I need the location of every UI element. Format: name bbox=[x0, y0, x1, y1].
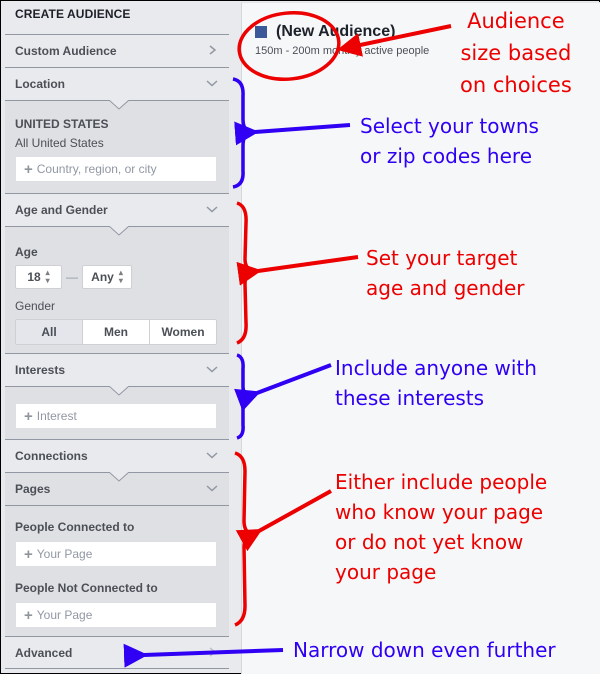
annotation-line: age and gender bbox=[366, 276, 525, 300]
connections-header[interactable]: Connections bbox=[5, 439, 229, 472]
annotation-pages: Either include people who know your page… bbox=[335, 467, 547, 587]
plus-icon: + bbox=[24, 160, 33, 178]
panel-notch bbox=[109, 100, 129, 110]
audience-square-icon bbox=[255, 26, 267, 38]
location-scope: All United States bbox=[15, 136, 104, 150]
audience-header: (New Audience) bbox=[255, 23, 395, 41]
pages-header[interactable]: Pages bbox=[5, 472, 229, 505]
age-gender-header[interactable]: Age and Gender bbox=[5, 193, 229, 226]
pages-label: Pages bbox=[15, 482, 51, 496]
location-panel: UNITED STATES All United States + Countr… bbox=[5, 100, 229, 193]
sort-arrows-icon: ▴ ▾ bbox=[45, 268, 50, 285]
age-max-select[interactable]: Any ▴ ▾ bbox=[82, 265, 132, 289]
annotation-line: Set your target bbox=[366, 246, 518, 270]
annotation-line: Narrow down even further bbox=[293, 638, 556, 662]
interests-header[interactable]: Interests bbox=[5, 353, 229, 386]
annotation-line: Select your towns bbox=[360, 114, 539, 138]
screenshot-frame: CREATE AUDIENCE Custom Audience Location… bbox=[0, 0, 600, 674]
chevron-down-icon bbox=[206, 452, 218, 459]
age-gender-label: Age and Gender bbox=[15, 203, 108, 217]
gender-option-men[interactable]: Men bbox=[82, 320, 149, 344]
interests-label: Interests bbox=[15, 363, 66, 377]
interest-input-placeholder: Interest bbox=[36, 409, 77, 423]
annotation-line: these interests bbox=[335, 386, 485, 410]
age-label: Age bbox=[15, 245, 38, 259]
location-country: UNITED STATES bbox=[15, 117, 109, 131]
panel-notch bbox=[109, 472, 129, 482]
plus-icon: + bbox=[24, 606, 33, 624]
interest-input[interactable]: + Interest bbox=[15, 403, 217, 429]
gender-option-all[interactable]: All bbox=[16, 320, 82, 344]
age-gender-panel: Age 18 ▴ ▾ — Any ▴ ▾ Gender All Men Women bbox=[5, 226, 229, 353]
connected-page-input[interactable]: + Your Page bbox=[15, 541, 217, 567]
plus-icon: + bbox=[24, 545, 33, 563]
annotation-line: Audience bbox=[467, 9, 565, 33]
panel-notch bbox=[109, 226, 129, 236]
plus-icon: + bbox=[24, 407, 33, 425]
advanced-row[interactable]: Advanced bbox=[5, 636, 229, 669]
interests-panel: + Interest bbox=[5, 386, 229, 439]
sidebar-title: CREATE AUDIENCE bbox=[15, 7, 131, 21]
annotation-interests: Include anyone with these interests bbox=[335, 353, 537, 413]
annotation-advanced: Narrow down even further bbox=[293, 635, 556, 665]
people-connected-label: People Connected to bbox=[15, 520, 135, 534]
annotation-line: on choices bbox=[460, 73, 572, 97]
not-connected-page-placeholder: Your Page bbox=[36, 608, 93, 622]
gender-segmented-control: All Men Women bbox=[15, 319, 217, 345]
audience-title: (New Audience) bbox=[276, 23, 396, 40]
chevron-down-icon bbox=[206, 80, 218, 87]
pages-panel: People Connected to + Your Page People N… bbox=[5, 505, 229, 636]
annotation-age-gender: Set your target age and gender bbox=[366, 243, 525, 303]
custom-audience-label: Custom Audience bbox=[15, 44, 117, 58]
annotation-line: your page bbox=[335, 560, 437, 584]
age-separator: — bbox=[66, 270, 78, 284]
people-not-connected-label: People Not Connected to bbox=[15, 581, 158, 595]
annotation-audience-size: Audience size based on choices bbox=[460, 5, 572, 101]
annotation-line: size based bbox=[460, 41, 572, 65]
chevron-down-icon bbox=[206, 485, 218, 492]
advanced-label: Advanced bbox=[15, 645, 73, 660]
age-min-select[interactable]: 18 ▴ ▾ bbox=[15, 265, 62, 289]
gender-label: Gender bbox=[15, 299, 56, 313]
chevron-down-icon bbox=[206, 206, 218, 213]
annotation-line: Include anyone with bbox=[335, 356, 537, 380]
age-min-value: 18 bbox=[27, 270, 41, 284]
audience-size: 150m - 200m monthly active people bbox=[255, 45, 430, 57]
connections-label: Connections bbox=[15, 449, 88, 463]
sort-arrows-icon: ▴ ▾ bbox=[118, 268, 123, 285]
not-connected-page-input[interactable]: + Your Page bbox=[15, 602, 217, 628]
location-input-placeholder: Country, region, or city bbox=[36, 162, 157, 176]
location-label: Location bbox=[15, 77, 65, 91]
annotation-line: or do not yet know bbox=[335, 530, 524, 554]
chevron-right-icon bbox=[209, 647, 217, 657]
annotation-line: Either include people bbox=[335, 470, 548, 494]
create-audience-sidebar: CREATE AUDIENCE Custom Audience Location… bbox=[5, 1, 229, 673]
age-range: 18 ▴ ▾ — Any ▴ ▾ bbox=[15, 265, 219, 289]
age-max-value: Any bbox=[91, 270, 114, 284]
location-input[interactable]: + Country, region, or city bbox=[15, 156, 217, 182]
annotation-location: Select your towns or zip codes here bbox=[360, 111, 539, 171]
annotation-line: who know your page bbox=[335, 500, 544, 524]
panel-notch bbox=[109, 386, 129, 396]
gender-option-women[interactable]: Women bbox=[149, 320, 216, 344]
chevron-down-icon bbox=[206, 366, 218, 373]
connected-page-placeholder: Your Page bbox=[36, 547, 93, 561]
location-header[interactable]: Location bbox=[5, 67, 229, 100]
custom-audience-row[interactable]: Custom Audience bbox=[5, 34, 229, 67]
chevron-right-icon bbox=[209, 45, 217, 55]
annotation-line: or zip codes here bbox=[360, 144, 533, 168]
